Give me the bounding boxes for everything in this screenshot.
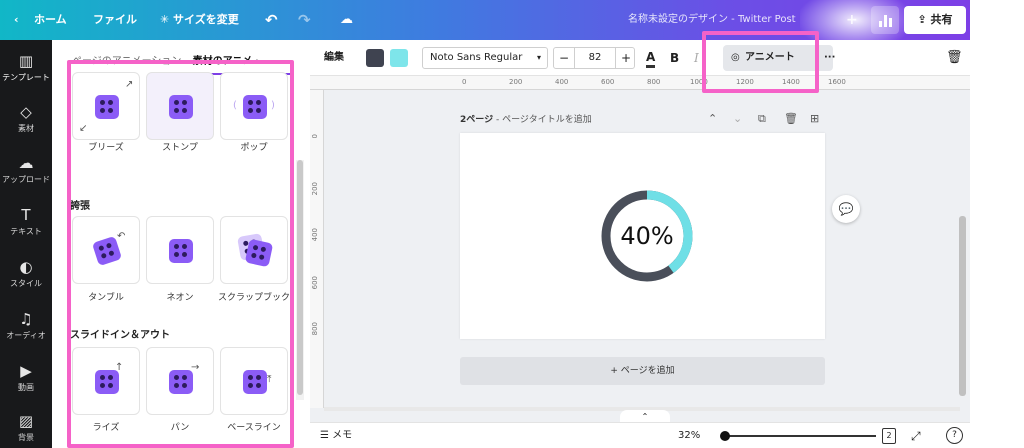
bar-chart-icon — [879, 15, 892, 27]
ruler-tick: 0 — [311, 134, 319, 139]
file-menu[interactable]: ファイル — [93, 0, 137, 40]
font-size-value[interactable]: 82 — [574, 48, 616, 68]
video-icon: ▶ — [20, 362, 32, 380]
template-icon: ▥ — [18, 52, 34, 70]
bold-button[interactable]: B — [670, 40, 679, 76]
ruler-tick: 800 — [647, 78, 661, 86]
comment-button[interactable]: 💬 — [832, 195, 860, 223]
highlight-box-panel — [67, 60, 294, 448]
edit-button[interactable]: 編集 — [324, 40, 344, 76]
add-page-button[interactable]: + ページを追加 — [460, 357, 825, 385]
rail-item-templates[interactable]: ▥ テンプレート — [0, 52, 52, 83]
resize-button[interactable]: ✳ サイズを変更 — [160, 0, 239, 40]
redo-icon[interactable]: ↷ — [298, 0, 311, 40]
ruler-tick: 400 — [311, 228, 319, 242]
comment-add-icon: 💬 — [838, 202, 854, 216]
fullscreen-icon[interactable]: ⤢ — [911, 423, 921, 448]
rail-item-background[interactable]: ▨ 背景 — [0, 412, 52, 443]
italic-button[interactable]: I — [694, 40, 699, 76]
ruler-tick: 200 — [509, 78, 523, 86]
editor-toolbar: 編集 Noto Sans Regular ▾ − 82 + A B I ◎ アニメー… — [310, 40, 970, 76]
sparkle-icon: ✳ — [160, 13, 174, 26]
rail-item-video[interactable]: ▶ 動画 — [0, 362, 52, 393]
add-icon[interactable]: + — [846, 0, 858, 40]
ruler-tick: 0 — [462, 78, 467, 86]
decrease-size-button[interactable]: − — [554, 48, 574, 68]
rail-item-styles[interactable]: ◐ スタイル — [0, 258, 52, 289]
text-icon: T — [21, 206, 31, 224]
upload-icon: ☁ — [18, 154, 34, 172]
page-header: 2ページ - ページタイトルを追加 — [460, 115, 592, 125]
notes-icon: ☰ — [320, 430, 333, 441]
chevron-down-icon: ▾ — [536, 53, 541, 62]
duplicate-page-icon[interactable]: ⧉ — [758, 112, 766, 126]
progress-percent-text: 40% — [620, 222, 674, 250]
zoom-level[interactable]: 32% — [678, 423, 700, 448]
top-bar: ‹ ホーム ファイル ✳ サイズを変更 ↶ ↷ ☁ 名称未設定のデザイン - T… — [0, 0, 970, 50]
font-size-stepper[interactable]: − 82 + — [553, 47, 635, 69]
panel-scrollbar[interactable] — [297, 160, 303, 395]
cloud-saved-icon[interactable]: ☁ — [340, 0, 353, 40]
page-number: 2ページ — [460, 115, 494, 125]
trash-icon[interactable]: 🗑 — [946, 40, 963, 76]
rail-item-uploads[interactable]: ☁ アップロード — [0, 154, 52, 185]
undo-icon[interactable]: ↶ — [265, 0, 278, 40]
palette-icon: ◐ — [19, 258, 33, 276]
help-icon[interactable]: ? — [946, 427, 963, 444]
share-upload-icon: ⇪ — [917, 13, 931, 26]
elements-icon: ◇ — [20, 103, 32, 121]
page-down-chevron-icon[interactable]: ⌄ — [733, 112, 742, 125]
font-selector[interactable]: Noto Sans Regular ▾ — [422, 47, 548, 69]
notes-button[interactable]: ☰ メモ — [320, 423, 352, 448]
text-color-button[interactable]: A — [646, 44, 656, 68]
delete-page-icon[interactable]: 🗑 — [784, 112, 798, 125]
color-swatch-dark[interactable] — [366, 49, 384, 67]
ruler-tick: 600 — [311, 276, 319, 290]
highlight-box-animate — [702, 31, 819, 93]
back-chevron-icon[interactable]: ‹ — [14, 0, 19, 40]
ruler-tick: 200 — [311, 182, 319, 196]
ruler-top: 0 200 400 600 800 1000 1200 1400 1600 — [310, 76, 970, 90]
ruler-tick: 800 — [311, 322, 319, 336]
ruler-tick: 1600 — [828, 78, 846, 86]
page-count-button[interactable]: 2 — [882, 428, 896, 444]
page-up-chevron-icon[interactable]: ⌃ — [708, 112, 717, 125]
background-icon: ▨ — [18, 412, 34, 430]
color-swatch-light[interactable] — [390, 49, 408, 67]
bottom-bar: ☰ メモ 32% 2 ⤢ ? — [310, 422, 970, 448]
ruler-left: 0 200 400 600 800 — [310, 90, 324, 408]
more-options-button[interactable]: ··· — [824, 40, 835, 76]
left-rail: ▥ テンプレート ◇ 素材 ☁ アップロード T テキスト ◐ スタイル ♫ オーディオ ▶… — [0, 40, 52, 448]
home-button[interactable]: ホーム — [34, 0, 67, 40]
rail-item-elements[interactable]: ◇ 素材 — [0, 103, 52, 134]
canvas-scrollbar[interactable] — [959, 216, 966, 396]
insights-button[interactable] — [871, 6, 899, 34]
rail-item-audio[interactable]: ♫ オーディオ — [0, 310, 52, 341]
design-page[interactable]: 40% — [460, 133, 825, 339]
progress-ring[interactable]: 40% — [600, 189, 694, 283]
share-button[interactable]: ⇪ 共有 — [904, 6, 966, 34]
add-page-icon[interactable]: ⊞ — [810, 112, 819, 125]
zoom-slider-track[interactable] — [724, 435, 876, 437]
rail-item-text[interactable]: T テキスト — [0, 206, 52, 237]
canva-editor: ‹ ホーム ファイル ✳ サイズを変更 ↶ ↷ ☁ 名称未設定のデザイン - T… — [0, 0, 970, 448]
audio-icon: ♫ — [19, 310, 33, 328]
ruler-tick: 600 — [601, 78, 615, 86]
increase-size-button[interactable]: + — [616, 48, 636, 68]
zoom-slider-handle[interactable] — [720, 431, 730, 441]
page-title-input[interactable]: ページタイトルを追加 — [502, 115, 592, 125]
ruler-tick: 400 — [555, 78, 569, 86]
